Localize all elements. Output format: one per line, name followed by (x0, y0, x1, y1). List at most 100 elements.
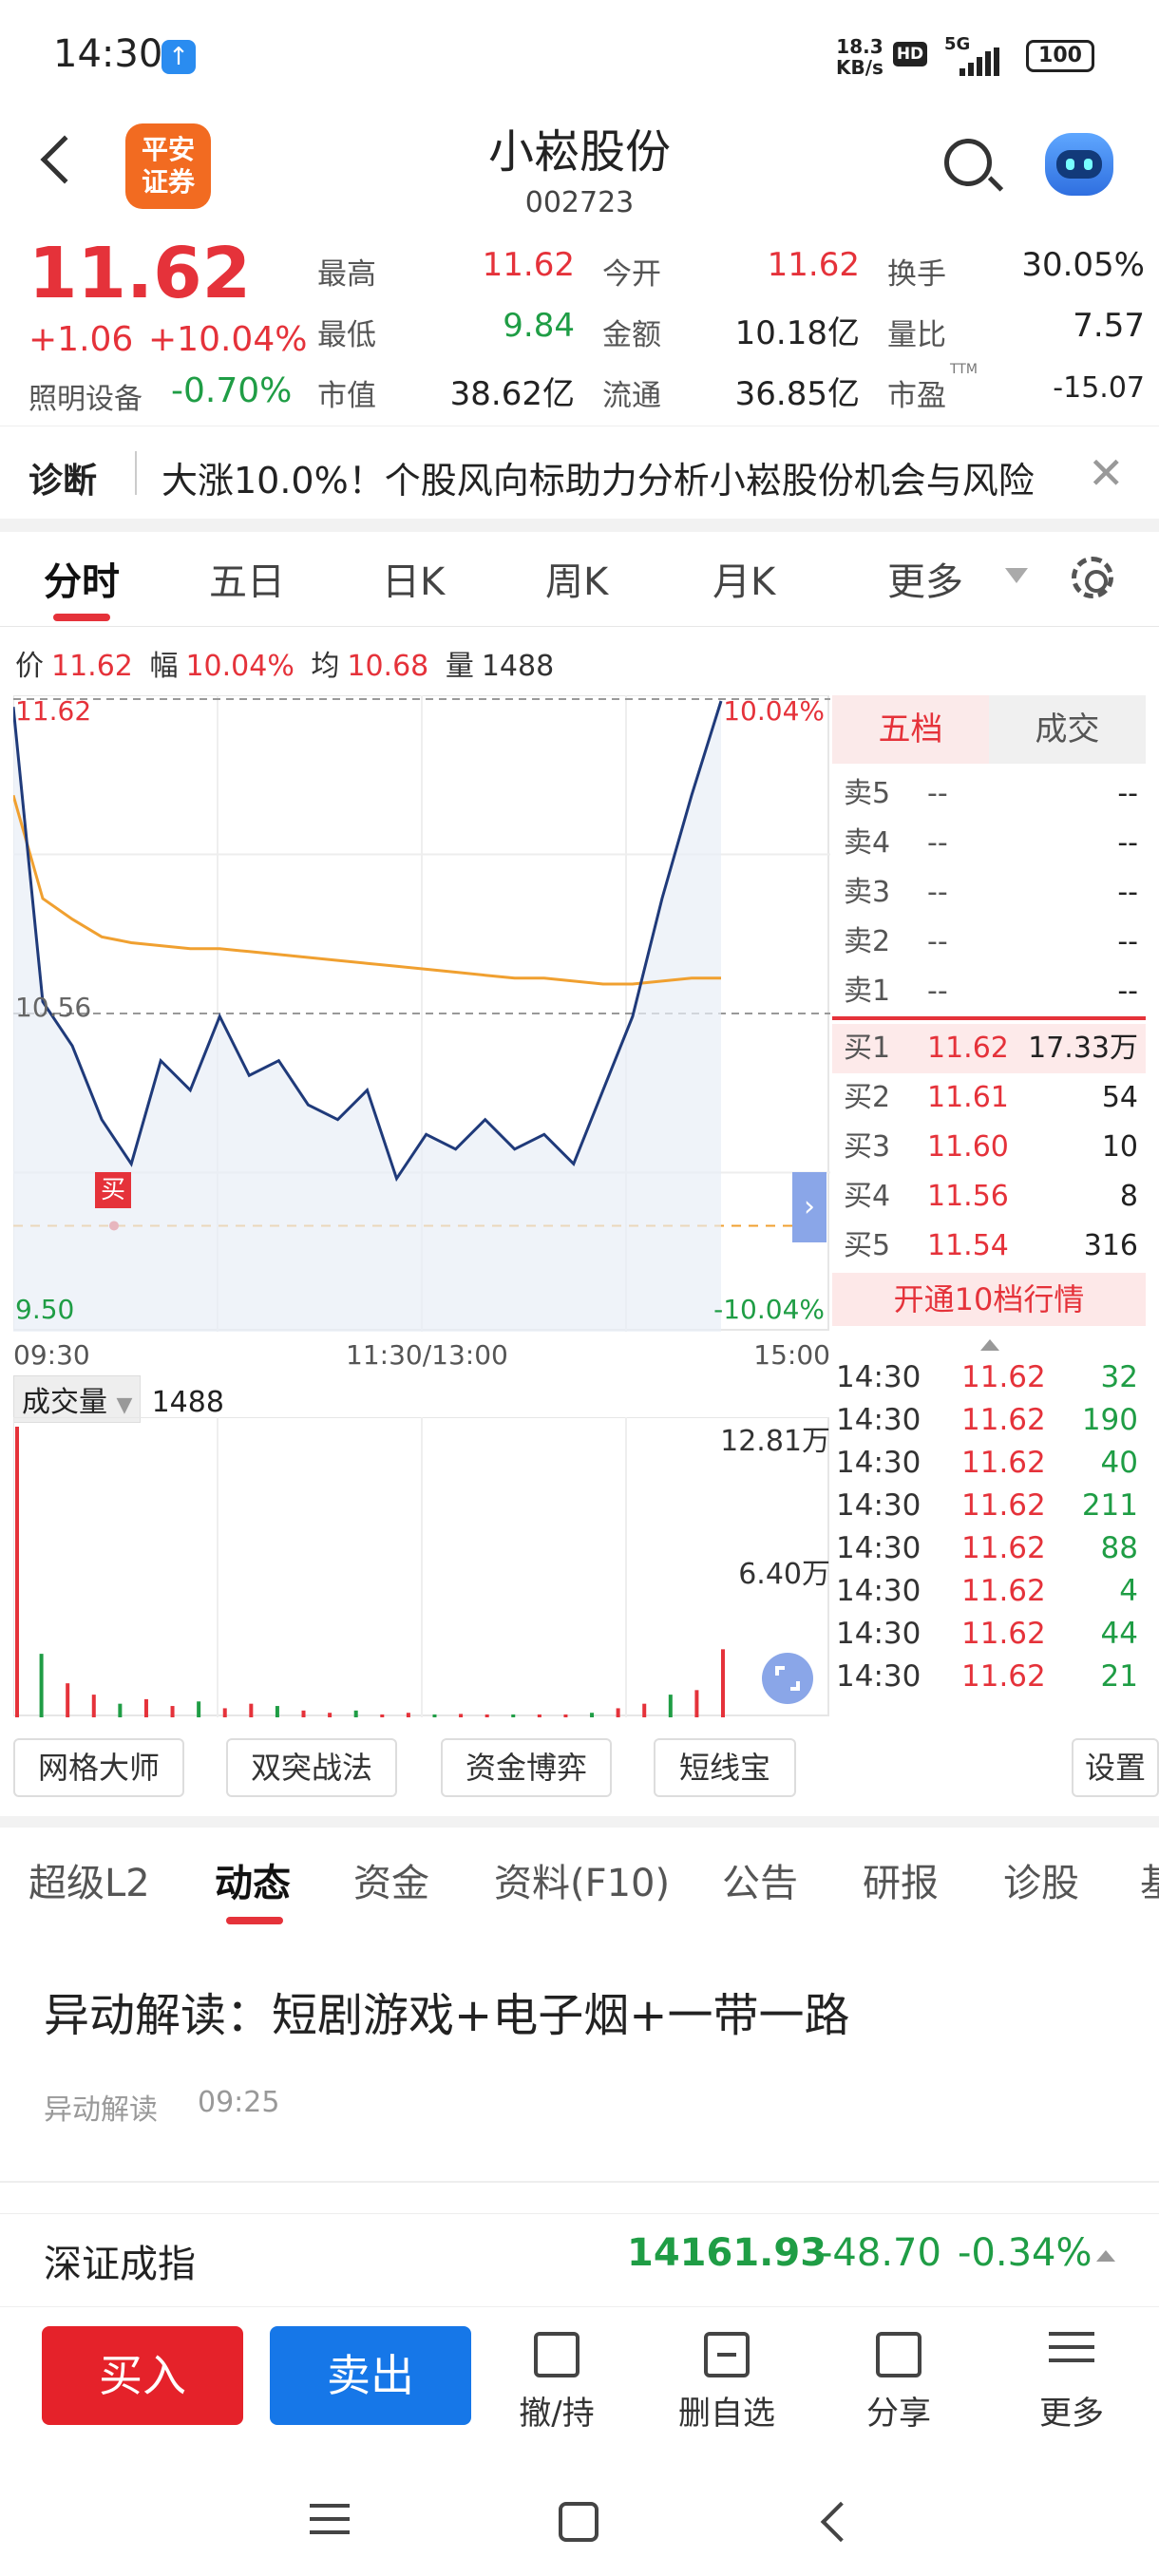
tool-capital-game[interactable]: 资金博弈 (441, 1738, 612, 1797)
volume-bar (511, 1714, 516, 1717)
buy-marker[interactable]: 买 (95, 1172, 131, 1208)
ask-row: 卖2 -- -- (832, 918, 1146, 967)
sector-name[interactable]: 照明设备 (28, 375, 142, 417)
tab-five-levels[interactable]: 五档 (832, 695, 989, 764)
home-icon[interactable] (559, 2502, 598, 2542)
book-volume: 10 (1101, 1130, 1138, 1164)
bid-row: 买5 11.54 316 (832, 1222, 1146, 1271)
section-gap (0, 1816, 1159, 1828)
book-level: 买4 (844, 1180, 891, 1213)
more-button[interactable]: 更多 (1015, 2326, 1129, 2434)
tab-capital[interactable]: 资金 (353, 1852, 429, 1907)
gear-icon[interactable] (1072, 557, 1113, 598)
trade-tick-row: 14:30 11.62 32 (832, 1356, 1146, 1399)
sell-button[interactable]: 卖出 (270, 2326, 471, 2425)
volume-bar (380, 1714, 385, 1717)
news-title[interactable]: 异动解读：短剧游戏+电子烟+一带一路 (44, 1978, 849, 2044)
book-level: 卖3 (844, 876, 891, 909)
volume-chart[interactable]: 12.81万 6.40万 (12, 1416, 830, 1717)
tab-trades[interactable]: 成交 (989, 695, 1146, 764)
tab-research[interactable]: 研报 (863, 1852, 939, 1907)
volume-header-value: 1488 (151, 1386, 224, 1419)
volume-indicator-select[interactable]: 成交量 ▼ (13, 1375, 142, 1423)
book-level: 买5 (844, 1229, 891, 1262)
bid-row: 买1 11.62 17.33万 (832, 1024, 1146, 1073)
volume-bar (537, 1714, 542, 1717)
tab-diagnosis[interactable]: 诊股 (1003, 1852, 1079, 1907)
network-speed: 18.3 KB/s (836, 36, 884, 78)
close-icon[interactable]: ✕ (1088, 447, 1125, 499)
book-level: 卖5 (844, 777, 891, 810)
tool-double-breakout[interactable]: 双突战法 (226, 1738, 397, 1797)
tool-short-term[interactable]: 短线宝 (654, 1738, 796, 1797)
tab-f10[interactable]: 资料(F10) (494, 1852, 670, 1907)
chevron-down-icon[interactable] (1005, 568, 1028, 583)
book-price: 11.60 (927, 1130, 1009, 1164)
diagnosis-banner[interactable]: 诊断 大涨10.0%！个股风向标助力分析小崧股份机会与风险 ✕ (0, 426, 1159, 519)
volume-bar (301, 1710, 306, 1717)
volume-header: 成交量 ▼ 1488 (13, 1375, 224, 1423)
expand-icon[interactable] (762, 1653, 813, 1704)
menu-icon[interactable] (310, 2504, 350, 2544)
tab-super-l2[interactable]: 超级L2 (28, 1852, 150, 1907)
book-volume: 17.33万 (1028, 1032, 1138, 1065)
volume-tick-high: 12.81万 (720, 1425, 830, 1458)
volume-bar (170, 1706, 175, 1717)
tab-announcements[interactable]: 公告 (722, 1852, 798, 1907)
book-price: 11.56 (927, 1180, 1009, 1213)
amount-label: 金额 (602, 318, 661, 352)
search-icon[interactable] (944, 139, 992, 186)
tab-five-day[interactable]: 五日 (209, 551, 285, 606)
volume-tick-mid: 6.40万 (738, 1558, 830, 1591)
intraday-chart[interactable]: 11.62 10.04% 10.56 9.50 -10.04% 买 › (11, 694, 830, 1332)
price-change-pct: +10.04% (148, 320, 308, 359)
open-label: 今开 (602, 257, 661, 292)
tick-volume: 4 (1119, 1574, 1138, 1608)
average-price-line (11, 794, 721, 986)
bid-row: 买3 11.60 10 (832, 1123, 1146, 1172)
chart-top-price: 11.62 (15, 695, 92, 727)
assistant-robot-icon[interactable] (1045, 133, 1113, 196)
volume-bar (143, 1698, 148, 1717)
index-ticker[interactable]: 深证成指 14161.93 -48.70 -0.34% (0, 2213, 1159, 2303)
chevron-up-icon[interactable] (1096, 2250, 1115, 2262)
tab-daily-k[interactable]: 日K (382, 551, 445, 606)
open-10-levels-button[interactable]: 开通10档行情 (832, 1273, 1146, 1326)
tab-overflow[interactable]: 基 (1140, 1852, 1159, 1907)
back-icon[interactable] (820, 2501, 862, 2543)
chart-bottom-price: 9.50 (15, 1294, 75, 1325)
scroll-up-icon[interactable] (980, 1339, 999, 1351)
market-cap-label: 市值 (317, 379, 376, 413)
volume-bar (15, 1427, 19, 1717)
cancel-hold-button[interactable]: 撤/持 (500, 2326, 614, 2434)
volume-bar (66, 1683, 70, 1717)
intraday-chart-svg (11, 694, 830, 1332)
buy-button[interactable]: 买入 (42, 2326, 243, 2425)
tick-time: 14:30 (836, 1531, 922, 1565)
tick-volume: 44 (1100, 1617, 1138, 1651)
tab-weekly-k[interactable]: 周K (545, 551, 608, 606)
price-value: 11.62 (51, 650, 133, 683)
tab-monthly-k[interactable]: 月K (712, 551, 775, 606)
diagnosis-text[interactable]: 大涨10.0%！个股风向标助力分析小崧股份机会与风险 (162, 451, 1035, 503)
share-button[interactable]: 分享 (842, 2326, 956, 2434)
tab-news[interactable]: 动态 (215, 1852, 291, 1907)
status-bar: 14:30 ↑ 18.3 KB/s HD 5G 100 (0, 0, 1159, 104)
tab-more[interactable]: 更多 (887, 551, 963, 606)
book-price: -- (927, 826, 948, 860)
system-nav-bar (0, 2470, 1159, 2576)
tab-intraday[interactable]: 分时 (44, 551, 120, 606)
float-cap-value: 36.85亿 (734, 375, 860, 413)
chevron-right-icon[interactable]: › (792, 1172, 826, 1242)
volume-ratio-value: 7.57 (1073, 307, 1145, 345)
volume-bar (197, 1701, 201, 1717)
current-price: 11.62 (28, 233, 252, 314)
tick-time: 14:30 (836, 1360, 922, 1394)
book-price: -- (927, 925, 948, 958)
tool-grid-master[interactable]: 网格大师 (13, 1738, 184, 1797)
tool-settings[interactable]: 设置 (1072, 1738, 1159, 1797)
amplitude-value: 10.04% (185, 650, 294, 683)
tick-volume: 40 (1100, 1446, 1138, 1480)
remove-watchlist-button[interactable]: 删自选 (670, 2326, 784, 2434)
list-icon (1049, 2332, 1094, 2377)
